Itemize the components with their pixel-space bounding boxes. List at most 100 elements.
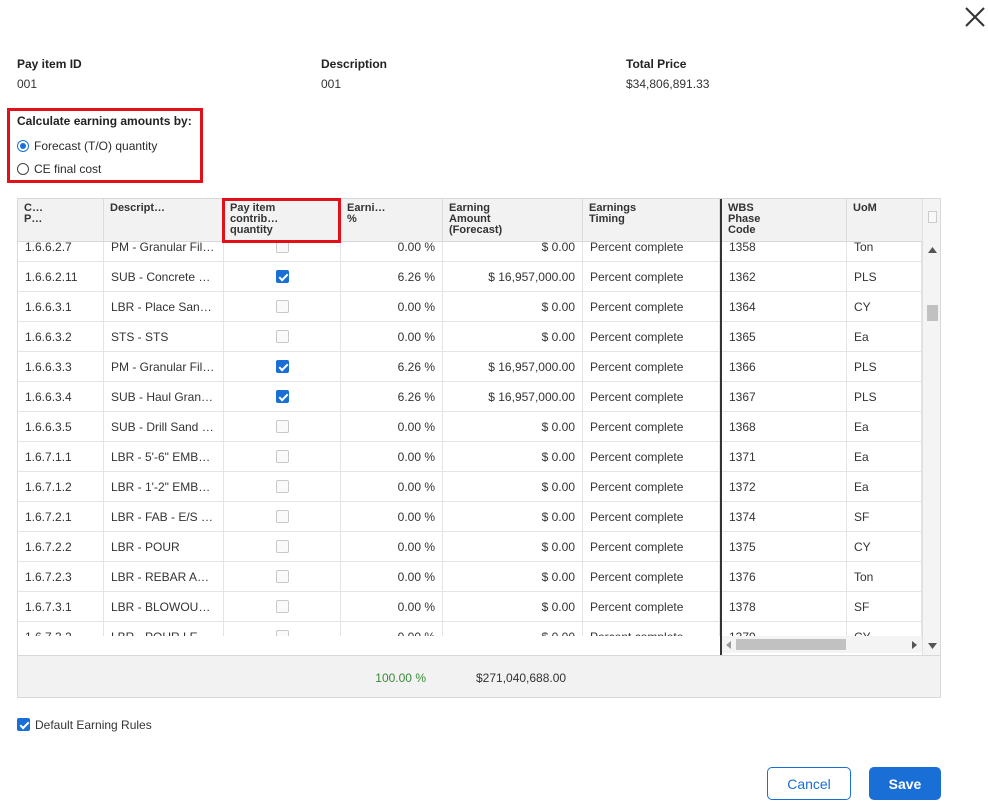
table-row[interactable]: 1.6.7.3.2LBR - POUR LEA… 0.00 %$ 0.00Perc… xyxy=(18,622,922,636)
table-row[interactable]: 1.6.7.3.1 LBR - BLOWOUT/… 0.00 % $ 0.00 Perc… xyxy=(18,592,922,622)
cell-description: STS - STS xyxy=(104,322,224,352)
save-button[interactable]: Save xyxy=(869,767,941,800)
cell-code: 1.6.6.3.3 xyxy=(18,352,104,382)
checkbox-unchecked-icon[interactable] xyxy=(275,420,289,434)
cell-earning-pct: 0.00 % xyxy=(341,442,443,472)
cell-earning-amount: $ 0.00 xyxy=(443,292,583,322)
total-price-label: Total Price xyxy=(626,57,687,71)
table-row[interactable]: 1.6.6.3.3 PM - Granular Fill… 6.26 % $ 16,9… xyxy=(18,352,922,382)
col-header-wbs-phase-code[interactable]: WBS Phase Code xyxy=(722,199,847,242)
horizontal-scrollbar[interactable] xyxy=(722,636,922,653)
checkbox-unchecked-icon[interactable] xyxy=(275,570,289,584)
cell-earning-pct: 0.00 % xyxy=(341,562,443,592)
checkbox-unchecked-icon[interactable] xyxy=(275,630,289,636)
cell-pay-item-contrib xyxy=(224,592,341,622)
scroll-up-arrow-icon[interactable] xyxy=(928,247,937,253)
table-row[interactable]: 1.6.7.2.3 LBR - REBAR ASS… 0.00 % $ 0.00 Per… xyxy=(18,562,922,592)
radio-forecast-quantity[interactable]: Forecast (T/O) quantity xyxy=(17,139,157,153)
table-row[interactable]: 1.6.6.2.11 SUB - Concrete P… 6.26 % $ 16,95… xyxy=(18,262,922,292)
cell-earnings-timing: Percent complete xyxy=(583,502,720,532)
horizontal-scroll-thumb[interactable] xyxy=(736,639,846,650)
close-icon xyxy=(965,7,985,27)
cell-wbs-phase-code: 1372 xyxy=(722,472,847,502)
columns-menu-icon[interactable] xyxy=(928,211,937,223)
cell-earnings-timing: Percent complete xyxy=(583,292,720,322)
cell-earning-pct: 6.26 % xyxy=(341,262,443,292)
cell-pay-item-contrib xyxy=(224,472,341,502)
cell-wbs-phase-code: 1375 xyxy=(722,532,847,562)
cell-pay-item-contrib xyxy=(224,532,341,562)
cell-description: LBR - Place Sand… xyxy=(104,292,224,322)
scroll-right-arrow-icon[interactable] xyxy=(912,641,917,649)
vertical-scrollbar[interactable] xyxy=(922,199,940,655)
cell-code: 1.6.7.1.2 xyxy=(18,472,104,502)
cell-code: 1.6.7.1.1 xyxy=(18,442,104,472)
cell-uom: Ton xyxy=(847,562,922,592)
checkbox-unchecked-icon[interactable] xyxy=(275,540,289,554)
cell-wbs-phase-code: 1367 xyxy=(722,382,847,412)
checkbox-unchecked-icon[interactable] xyxy=(275,300,289,314)
checkbox-unchecked-icon[interactable] xyxy=(275,510,289,524)
col-header-earning-pct[interactable]: Earni… % xyxy=(341,199,443,242)
scroll-left-arrow-icon[interactable] xyxy=(726,641,731,649)
cell-code: 1.6.7.2.2 xyxy=(18,532,104,562)
default-earning-rules-checkbox[interactable]: Default Earning Rules xyxy=(17,717,152,732)
cell-earning-pct: 0.00 % xyxy=(341,502,443,532)
total-amount: $271,040,688.00 xyxy=(476,671,567,685)
cell-pay-item-contrib xyxy=(224,502,341,532)
cell-earning-pct: 6.26 % xyxy=(341,352,443,382)
table-row[interactable]: 1.6.6.3.1 LBR - Place Sand… 0.00 % $ 0.00 Pe… xyxy=(18,292,922,322)
cell-uom: CY xyxy=(847,622,922,636)
checkbox-checked-icon[interactable] xyxy=(275,270,289,284)
table-row[interactable]: 1.6.6.3.4 SUB - Haul Granu… 6.26 % $ 16,957… xyxy=(18,382,922,412)
col-header-description[interactable]: Descript… xyxy=(104,199,224,242)
cell-code: 1.6.7.2.1 xyxy=(18,502,104,532)
cell-earnings-timing: Percent complete xyxy=(583,242,720,262)
cell-wbs-phase-code: 1378 xyxy=(722,592,847,622)
col-header-earnings-timing[interactable]: Earnings Timing xyxy=(583,199,720,242)
cell-earnings-timing: Percent complete xyxy=(583,442,720,472)
cell-earning-amount: $ 0.00 xyxy=(443,472,583,502)
table-row[interactable]: 1.6.7.2.2 LBR - POUR 0.00 % $ 0.00 Percent c… xyxy=(18,532,922,562)
cancel-button[interactable]: Cancel xyxy=(767,767,851,800)
cell-code: 1.6.6.2.7 xyxy=(18,242,104,262)
cell-pay-item-contrib xyxy=(224,352,341,382)
cell-pay-item-contrib xyxy=(224,382,341,412)
table-row[interactable]: 1.6.6.3.2 STS - STS 0.00 % $ 0.00 Percent co… xyxy=(18,322,922,352)
cell-uom: Ea xyxy=(847,322,922,352)
cell-wbs-phase-code: 1371 xyxy=(722,442,847,472)
cell-earnings-timing: Percent complete xyxy=(583,532,720,562)
grid-footer-totals: 100.00 % $271,040,688.00 xyxy=(18,655,940,697)
scroll-down-arrow-icon[interactable] xyxy=(928,643,937,649)
col-header-uom[interactable]: UoM xyxy=(847,199,922,242)
footer-left: 100.00 % $271,040,688.00 xyxy=(18,656,720,697)
checkbox-unchecked-icon[interactable] xyxy=(275,450,289,464)
cell-wbs-phase-code: 1368 xyxy=(722,412,847,442)
cell-wbs-phase-code: 1362 xyxy=(722,262,847,292)
checkbox-checked-icon[interactable] xyxy=(275,360,289,374)
checkbox-unchecked-icon[interactable] xyxy=(275,242,289,254)
cell-description: SUB - Drill Sand … xyxy=(104,412,224,442)
total-price-value: $34,806,891.33 xyxy=(626,77,710,91)
close-button[interactable] xyxy=(962,4,988,30)
cell-earnings-timing: Percent complete xyxy=(583,562,720,592)
checkbox-unchecked-icon[interactable] xyxy=(275,480,289,494)
col-header-earning-amount[interactable]: Earning Amount (Forecast) xyxy=(443,199,583,242)
radio-ce-final-cost[interactable]: CE final cost xyxy=(17,162,101,176)
checkbox-checked-icon[interactable] xyxy=(275,390,289,404)
cell-earning-pct: 0.00 % xyxy=(341,412,443,442)
checkbox-unchecked-icon[interactable] xyxy=(275,600,289,614)
vertical-scroll-thumb[interactable] xyxy=(927,305,938,321)
cell-wbs-phase-code: 1358 xyxy=(722,242,847,262)
earnings-grid: C… P… Descript… Pay item contrib… quanti… xyxy=(17,198,941,698)
col-header-code[interactable]: C… P… xyxy=(18,199,104,242)
cell-earning-pct: 6.26 % xyxy=(341,382,443,412)
table-row[interactable]: 1.6.6.2.7 PM - Granular Fill… 0.00 % $ 0.00… xyxy=(18,242,922,262)
table-row[interactable]: 1.6.7.1.2 LBR - 1'-2" EMBE… 0.00 % $ 0.00 Pe… xyxy=(18,472,922,502)
cell-earning-pct: 0.00 % xyxy=(341,242,443,262)
checkbox-unchecked-icon[interactable] xyxy=(275,330,289,344)
cell-earning-amount: $ 0.00 xyxy=(443,592,583,622)
table-row[interactable]: 1.6.6.3.5 SUB - Drill Sand … 0.00 % $ 0.00 P… xyxy=(18,412,922,442)
table-row[interactable]: 1.6.7.1.1 LBR - 5'-6" EMBE… 0.00 % $ 0.00 Pe… xyxy=(18,442,922,472)
table-row[interactable]: 1.6.7.2.1 LBR - FAB - E/S F… 0.00 % $ 0.00 P… xyxy=(18,502,922,532)
